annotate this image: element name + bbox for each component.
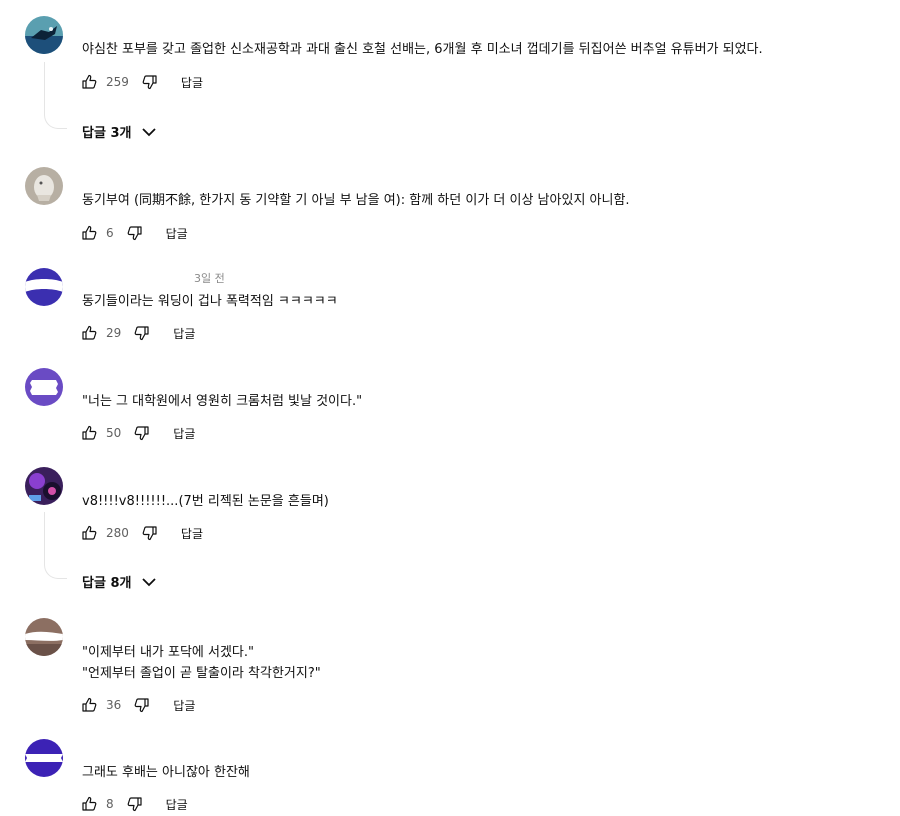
dislike-icon[interactable] xyxy=(141,73,159,91)
replies-count-label: 답글 8개 xyxy=(82,576,132,591)
comment-time: 3일 전 xyxy=(194,272,225,285)
avatar[interactable] xyxy=(25,368,63,406)
dislike-icon[interactable] xyxy=(133,424,151,442)
comment-actions: 259 답글 xyxy=(80,72,203,92)
like-icon[interactable] xyxy=(80,73,98,91)
reply-button[interactable]: 답글 xyxy=(173,425,195,442)
dislike-icon[interactable] xyxy=(126,224,144,242)
comment-text: 야심찬 포부를 갖고 졸업한 신소재공학과 과대 출신 호철 선배는, 6개월 … xyxy=(82,42,763,57)
reply-button[interactable]: 답글 xyxy=(166,796,188,813)
comment-actions: 280 답글 xyxy=(80,523,203,543)
replies-count-label: 답글 3개 xyxy=(82,126,132,141)
comment-text: "너는 그 대학원에서 영원히 크롬처럼 빛날 것이다." xyxy=(82,394,363,409)
dislike-icon[interactable] xyxy=(133,324,151,342)
comment-actions: 50 답글 xyxy=(80,423,195,443)
chevron-down-icon xyxy=(141,577,157,587)
avatar[interactable] xyxy=(25,618,63,656)
thread-line xyxy=(44,512,67,579)
replies-toggle[interactable]: 답글 8개 xyxy=(82,572,157,591)
like-count: 29 xyxy=(106,326,122,340)
reply-button[interactable]: 답글 xyxy=(166,225,188,242)
comment-actions: 36 답글 xyxy=(80,695,195,715)
dislike-icon[interactable] xyxy=(133,696,151,714)
comment-actions: 8 답글 xyxy=(80,794,188,814)
comment-text: 그래도 후배는 아니잖아 한잔해 xyxy=(82,765,250,780)
reply-button[interactable]: 답글 xyxy=(173,697,195,714)
like-icon[interactable] xyxy=(80,696,98,714)
chevron-down-icon xyxy=(141,127,157,137)
reply-button[interactable]: 답글 xyxy=(181,74,203,91)
replies-toggle[interactable]: 답글 3개 xyxy=(82,122,157,141)
comment-text: v8!!!!v8!!!!!!...(7번 리젝된 논문을 흔들며) xyxy=(82,494,329,509)
comment-text-line-1: "이제부터 내가 포닥에 서겠다." xyxy=(82,645,255,660)
dislike-icon[interactable] xyxy=(141,524,159,542)
like-count: 6 xyxy=(106,226,114,240)
like-count: 36 xyxy=(106,698,122,712)
like-icon[interactable] xyxy=(80,524,98,542)
thread-line xyxy=(44,62,67,129)
comment-text: 동기들이라는 워딩이 겁나 폭력적임 ㅋㅋㅋㅋㅋ xyxy=(82,294,338,309)
like-icon[interactable] xyxy=(80,224,98,242)
dislike-icon[interactable] xyxy=(126,795,144,813)
like-count: 50 xyxy=(106,426,122,440)
avatar[interactable] xyxy=(25,467,63,505)
reply-button[interactable]: 답글 xyxy=(173,325,195,342)
comment-actions: 29 답글 xyxy=(80,323,195,343)
like-icon[interactable] xyxy=(80,424,98,442)
reply-button[interactable]: 답글 xyxy=(181,525,203,542)
like-count: 280 xyxy=(106,526,129,540)
comment-text-line-2: "언제부터 졸업이 곧 탈출이라 착각한거지?" xyxy=(82,666,321,681)
avatar[interactable] xyxy=(25,167,63,205)
like-icon[interactable] xyxy=(80,795,98,813)
like-count: 8 xyxy=(106,797,114,811)
avatar[interactable] xyxy=(25,16,63,54)
avatar[interactable] xyxy=(25,739,63,777)
like-count: 259 xyxy=(106,75,129,89)
like-icon[interactable] xyxy=(80,324,98,342)
comment-actions: 6 답글 xyxy=(80,223,188,243)
avatar[interactable] xyxy=(25,268,63,306)
comment-text: 동기부여 (同期不餘, 한가지 동 기약할 기 아닐 부 남을 여): 함께 하… xyxy=(82,193,630,208)
